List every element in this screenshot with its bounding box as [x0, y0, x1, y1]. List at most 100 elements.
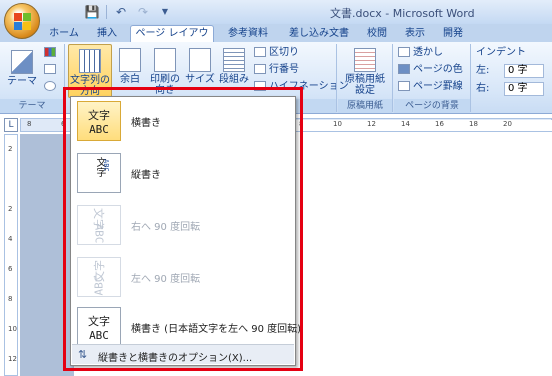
menu-item-vertical[interactable]: 文字 ABC 縦書き — [73, 151, 293, 195]
theme-fonts-icon — [44, 64, 56, 74]
vertical-ruler-tick: 2 — [8, 205, 13, 213]
qat-customize-icon[interactable]: ▼ — [157, 4, 173, 20]
page-color-icon — [398, 64, 410, 74]
tab-selector[interactable]: L — [4, 118, 18, 132]
tab-mailings[interactable]: 差し込み文書 — [282, 26, 356, 42]
ruler-tick: 8 — [27, 120, 32, 128]
redo-icon[interactable]: ↷ — [135, 4, 151, 20]
theme-effects-button[interactable] — [44, 80, 59, 94]
window-title: 文書.docx - Microsoft Word — [330, 7, 475, 20]
menu-item-rotate-left: 文字 ABC 左へ 90 度回転 — [73, 255, 293, 299]
tab-home[interactable]: ホーム — [44, 26, 84, 42]
breaks-label: 区切り — [269, 47, 299, 58]
text-direction-options-button[interactable]: ⇅ 縦書きと横書きのオプション(X)... — [72, 344, 294, 364]
group-separator — [470, 44, 471, 112]
tab-insert[interactable]: 挿入 — [92, 26, 122, 42]
theme-button-label: テーマ — [7, 76, 37, 87]
text-direction-menu: 文字 ABC 横書き 文字 ABC 縦書き 文字 ABC 右へ 90 度回転 文字… — [70, 96, 301, 366]
save-icon[interactable]: 💾 — [84, 4, 100, 20]
ruler-tick: 12 — [367, 120, 376, 128]
vertical-ruler-tick: 10 — [8, 325, 17, 333]
page-color-button[interactable]: ページの色 — [398, 63, 463, 77]
vertical-ruler-tick: 6 — [8, 265, 13, 273]
vertical-text-icon: 文字 ABC — [77, 153, 121, 193]
indent-right-input[interactable]: 0 字 — [504, 82, 544, 96]
theme-effects-icon — [44, 81, 56, 91]
page-borders-label: ページ罫線 — [413, 81, 463, 92]
menu-item-label: 横書き — [131, 118, 161, 129]
manuscript-settings-button[interactable]: 原稿用紙 設定 — [342, 44, 388, 98]
ruler-tick: 20 — [503, 120, 512, 128]
watermark-icon — [398, 47, 410, 57]
ruler-tick: 16 — [435, 120, 444, 128]
quick-access-toolbar: 💾 ↶ ↷ ▼ — [44, 4, 173, 20]
theme-fonts-button[interactable] — [44, 63, 59, 77]
hyphenation-icon — [254, 81, 266, 91]
size-label: サイズ — [185, 74, 215, 85]
orientation-label-line1: 印刷の — [150, 74, 180, 85]
page-borders-button[interactable]: ページ罫線 — [398, 80, 463, 94]
orientation-button[interactable]: 印刷の 向き — [148, 44, 182, 98]
text-direction-options-icon: ⇅ — [78, 348, 88, 361]
indent-group-label: インデント — [476, 47, 526, 58]
line-numbers-label: 行番号 — [269, 64, 299, 75]
group-separator — [336, 44, 337, 112]
watermark-button[interactable]: 透かし — [398, 46, 443, 60]
theme-icon — [11, 50, 33, 74]
page-borders-icon — [398, 81, 410, 91]
columns-label: 段組み — [219, 74, 249, 85]
menu-item-horizontal[interactable]: 文字 ABC 横書き — [73, 99, 293, 143]
tab-review[interactable]: 校閲 — [362, 26, 392, 42]
vertical-ruler-tick: 12 — [8, 355, 17, 363]
manuscript-label-line1: 原稿用紙 — [345, 74, 385, 85]
rotate-right-text-icon: 文字 ABC — [77, 205, 121, 245]
columns-button[interactable]: 段組み — [218, 44, 250, 98]
breaks-button[interactable]: 区切り — [254, 46, 299, 60]
horizontal-rotated-jp-icon: 文字 ABC — [77, 307, 121, 347]
ruler-tick: 14 — [401, 120, 410, 128]
manuscript-label-line2: 設定 — [355, 85, 375, 96]
margins-button[interactable]: 余白 — [114, 44, 146, 98]
margins-icon — [119, 48, 141, 72]
office-button[interactable] — [4, 3, 40, 39]
manuscript-group-label: 原稿用紙 — [338, 99, 392, 113]
text-direction-button[interactable]: 文字列の 方向 — [68, 44, 112, 98]
menu-item-label: 右へ 90 度回転 — [131, 222, 201, 233]
theme-colors-icon — [44, 47, 56, 57]
indent-left-label: 左: — [476, 65, 490, 76]
horizontal-text-icon: 文字 ABC — [77, 101, 121, 141]
office-logo-icon — [14, 13, 32, 31]
indent-left-input[interactable]: 0 字 — [504, 64, 544, 78]
watermark-label: 透かし — [413, 47, 443, 58]
ribbon-tabs: ホーム 挿入 ページ レイアウト 参考資料 差し込み文書 校閲 表示 開発 — [0, 24, 552, 55]
vertical-ruler-tick: 4 — [8, 235, 13, 243]
breaks-icon — [254, 47, 266, 57]
menu-item-rotate-right: 文字 ABC 右へ 90 度回転 — [73, 203, 293, 247]
vertical-ruler[interactable]: 2 2 4 6 8 10 12 — [4, 134, 18, 376]
theme-colors-button[interactable] — [44, 46, 59, 60]
menu-item-label: 縦書き — [131, 170, 161, 181]
tab-view[interactable]: 表示 — [400, 26, 430, 42]
ruler-tick: 10 — [333, 120, 342, 128]
size-icon — [189, 48, 211, 72]
undo-icon[interactable]: ↶ — [113, 4, 129, 20]
indent-right-label: 右: — [476, 83, 490, 94]
page-background-group-label: ページの背景 — [394, 99, 470, 113]
text-direction-label-line1: 文字列の — [70, 75, 110, 86]
size-button[interactable]: サイズ — [184, 44, 216, 98]
menu-item-label: 左へ 90 度回転 — [131, 274, 201, 285]
line-numbers-button[interactable]: 行番号 — [254, 63, 299, 77]
ruler-tick: 18 — [469, 120, 478, 128]
theme-button[interactable]: テーマ — [6, 46, 38, 96]
qat-separator — [106, 5, 107, 19]
page-setup-launcher-icon[interactable] — [296, 99, 336, 113]
tab-developer[interactable]: 開発 — [438, 26, 468, 42]
group-separator — [392, 44, 393, 112]
tab-page-layout[interactable]: ページ レイアウト — [130, 25, 214, 55]
tab-references[interactable]: 参考資料 — [222, 26, 274, 42]
group-separator — [64, 44, 65, 112]
rotate-left-text-icon: 文字 ABC — [77, 257, 121, 297]
hyphenation-button[interactable]: ハイフネーション — [254, 80, 349, 94]
menu-item-horizontal-rotate-jp[interactable]: 文字 ABC 横書き (日本語文字を左へ 90 度回転) — [73, 305, 301, 349]
vertical-ruler-tick: 8 — [8, 295, 13, 303]
